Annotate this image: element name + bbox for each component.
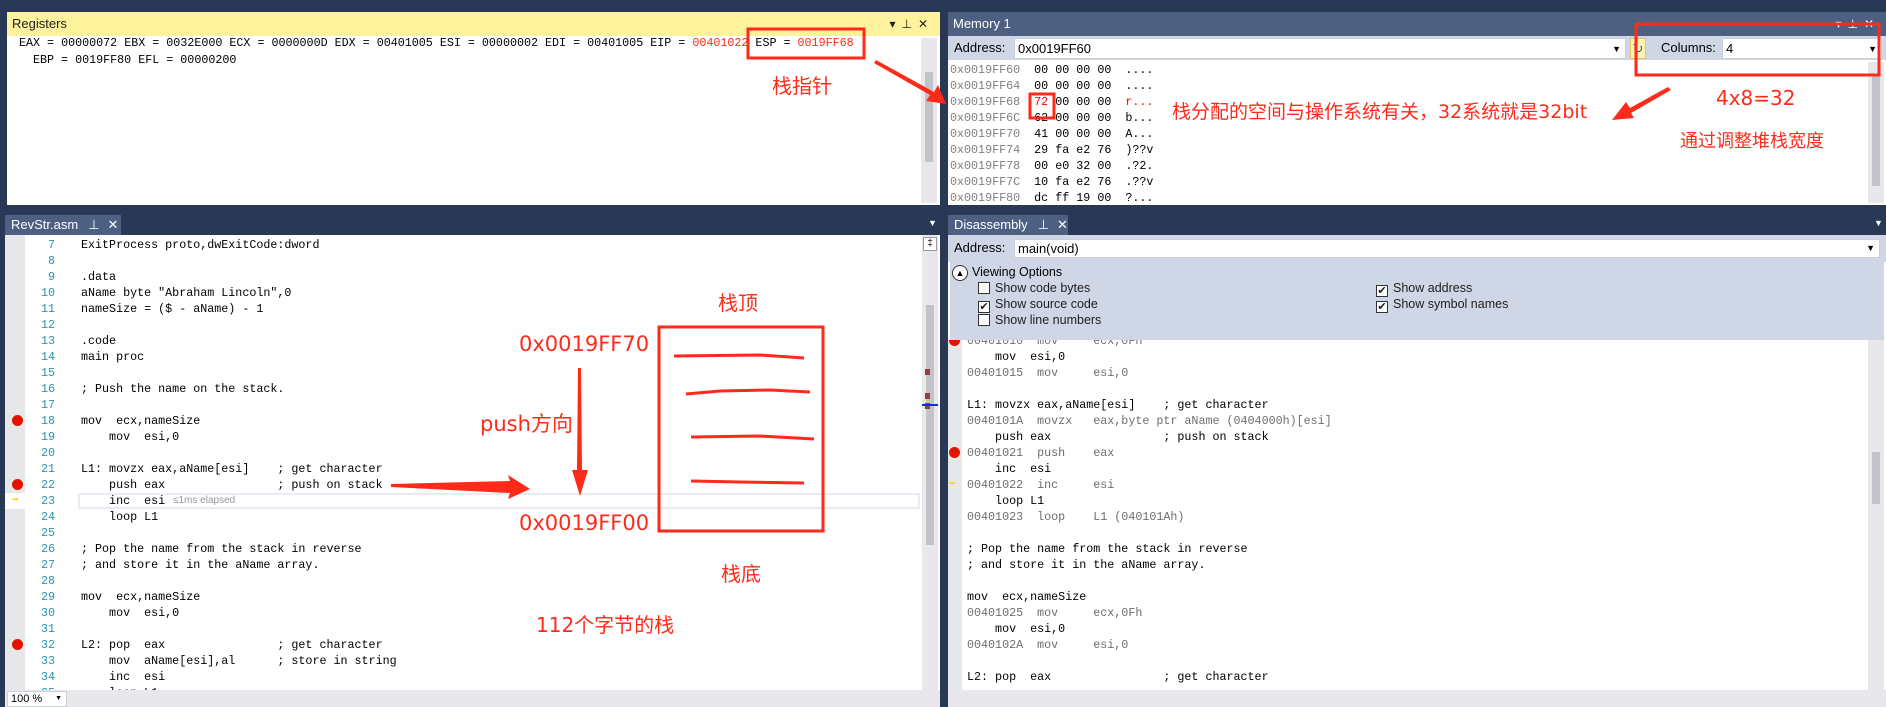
- stack-slot-line: [690, 479, 805, 485]
- annotation-width-note: 通过调整堆栈宽度: [1680, 131, 1824, 152]
- annotation-stack-size: 112个字节的栈: [536, 613, 675, 637]
- push-instruction-arrow: [391, 475, 530, 499]
- stack-slot-line: [690, 434, 815, 441]
- arrow-to-memory: [874, 60, 946, 104]
- annotation-stack-note: 栈分配的空间与操作系统有关，32系统就是32bit: [1172, 101, 1588, 123]
- annotation-layer: [391, 22, 1881, 533]
- annotation-stack-top: 栈顶: [718, 291, 758, 315]
- annotation-width-calc: 4x8=32: [1716, 86, 1796, 110]
- esp-highlight-box: [746, 27, 866, 60]
- push-direction-arrow: [572, 368, 588, 496]
- annotation-stack-pointer: 栈指针: [772, 74, 832, 98]
- annotation-top-address: 0x0019FF70: [519, 332, 650, 356]
- annotation-stack-bottom: 栈底: [721, 562, 761, 586]
- stack-slot-line: [685, 388, 811, 396]
- stack-slot-line: [673, 353, 805, 360]
- annotation-push-direction: push方向: [480, 412, 573, 436]
- annotation-bottom-address: 0x0019FF00: [519, 511, 650, 535]
- byte-72-highlight-box: [1028, 92, 1056, 120]
- columns-highlight-box: [1634, 22, 1881, 77]
- arrow-to-note: [1612, 87, 1671, 120]
